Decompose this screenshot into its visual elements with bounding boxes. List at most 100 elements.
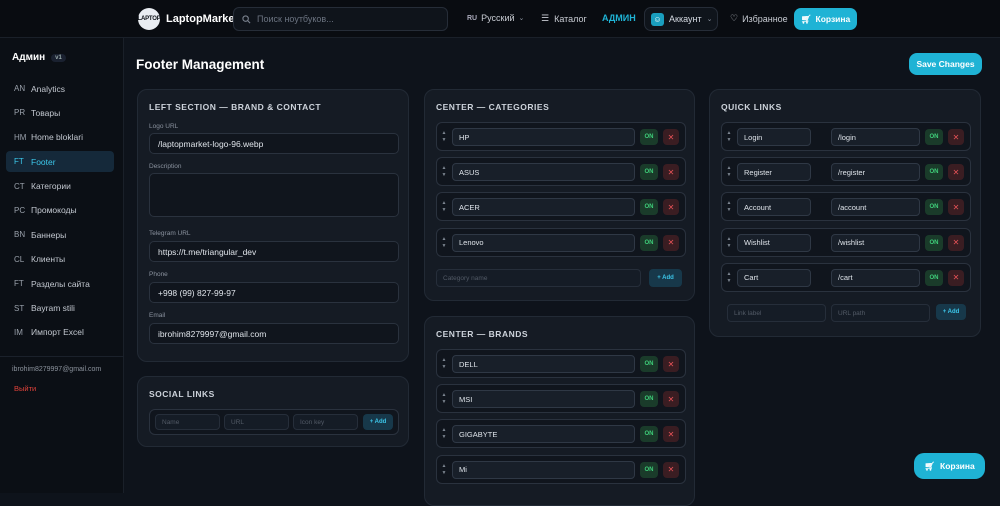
toggle-on-button[interactable]: ON [640, 426, 658, 443]
delete-icon[interactable]: ✕ [663, 461, 679, 478]
floating-cart-button[interactable]: 🛒︎ Корзина [914, 453, 985, 479]
delete-icon[interactable]: ✕ [948, 234, 964, 251]
link-url-field[interactable]: /register [831, 163, 920, 182]
toggle-on-button[interactable]: ON [925, 199, 943, 216]
link-label-field[interactable]: Cart [737, 268, 811, 287]
reorder-arrows-icon[interactable]: ▲ ▼ [726, 165, 732, 179]
catalog-link[interactable]: ☰ Каталог [541, 13, 587, 24]
delete-icon[interactable]: ✕ [663, 391, 679, 408]
brands-name-input[interactable]: Mi [452, 460, 635, 479]
link-url-field[interactable]: /cart [831, 268, 920, 287]
sidebar-item-7[interactable]: CL Клиенты [6, 249, 114, 270]
toggle-on-button[interactable]: ON [925, 234, 943, 251]
reorder-arrows-icon[interactable]: ▲ ▼ [726, 271, 732, 285]
brands-name-input[interactable]: DELL [452, 355, 635, 373]
reorder-arrows-icon[interactable]: ▲ ▼ [441, 463, 447, 477]
delete-icon[interactable]: ✕ [663, 129, 679, 145]
reorder-arrows-icon[interactable]: ▲ ▼ [441, 392, 447, 406]
categories-name-input[interactable]: ACER [452, 198, 635, 217]
link-url-field[interactable]: /login [831, 128, 920, 146]
sidebar-item-3[interactable]: FT Footer [6, 151, 114, 173]
delete-icon[interactable]: ✕ [663, 164, 679, 181]
search-box[interactable] [233, 7, 448, 31]
delete-icon[interactable]: ✕ [663, 426, 679, 443]
social-icon-input[interactable]: Icon key [293, 414, 358, 430]
page-title: Footer Management [136, 57, 265, 72]
toggle-on-button[interactable]: ON [925, 129, 943, 145]
favorites-link[interactable]: ♡ Избранное [730, 13, 788, 24]
delete-icon[interactable]: ✕ [663, 356, 679, 372]
cart-button[interactable]: 🛒︎ Корзина [794, 8, 857, 30]
admin-link[interactable]: АДМИН [602, 13, 636, 23]
link-label-field[interactable]: Register [737, 163, 811, 182]
toggle-on-button[interactable]: ON [640, 461, 658, 478]
toggle-on-button[interactable]: ON [640, 199, 658, 216]
sidebar-item-6[interactable]: BN Баннеры [6, 224, 114, 245]
link-label-field[interactable]: Wishlist [737, 233, 811, 252]
sidebar-item-0[interactable]: AN Analytics [6, 78, 114, 99]
toggle-on-button[interactable]: ON [640, 164, 658, 181]
reorder-arrows-icon[interactable]: ▲ ▼ [441, 165, 447, 179]
sidebar-item-5[interactable]: PC Промокоды [6, 200, 114, 221]
reorder-arrows-icon[interactable]: ▲ ▼ [726, 130, 732, 144]
reorder-arrows-icon[interactable]: ▲ ▼ [441, 236, 447, 250]
toggle-on-button[interactable]: ON [925, 164, 943, 181]
sidebar-item-1[interactable]: PR Товары [6, 102, 114, 123]
toggle-on-button[interactable]: ON [640, 356, 658, 372]
sidebar-item-2[interactable]: HM Home bloklari [6, 127, 114, 148]
delete-icon[interactable]: ✕ [948, 129, 964, 145]
categories-name-input[interactable]: HP [452, 128, 635, 146]
reorder-arrows-icon[interactable]: ▲ ▼ [726, 200, 732, 214]
phone-input[interactable]: +998 (99) 827-99-97 [149, 282, 399, 303]
category-name-input[interactable]: Category name [436, 269, 641, 287]
add-link-button[interactable]: + Add [936, 304, 966, 320]
delete-icon[interactable]: ✕ [663, 199, 679, 216]
sidebar-item-code: CT [14, 181, 25, 191]
categories-name-input[interactable]: Lenovo [452, 233, 635, 252]
url-path-input[interactable]: URL path [831, 304, 930, 322]
sidebar-item-10[interactable]: IM Импорт Excel [6, 322, 114, 343]
search-input[interactable] [257, 14, 437, 24]
link-url-field[interactable]: /account [831, 198, 920, 217]
add-social-button[interactable]: + Add [363, 414, 393, 430]
link-url-field[interactable]: /wishlist [831, 233, 920, 252]
description-textarea[interactable] [149, 173, 399, 217]
chevron-down-icon: ⌄ [518, 15, 525, 22]
link-label-field[interactable]: Account [737, 198, 811, 217]
social-url-input[interactable]: URL [224, 414, 289, 430]
reorder-arrows-icon[interactable]: ▲ ▼ [441, 200, 447, 214]
toggle-on-button[interactable]: ON [925, 269, 943, 286]
delete-icon[interactable]: ✕ [948, 199, 964, 216]
add-category-button[interactable]: + Add [649, 269, 682, 287]
telegram-url-input[interactable]: https://t.me/triangular_dev [149, 241, 399, 262]
brands-name-input[interactable]: MSI [452, 390, 635, 409]
link-label-field[interactable]: Login [737, 128, 811, 146]
delete-icon[interactable]: ✕ [663, 234, 679, 251]
site-logo[interactable]: LAPTOP LaptopMarket [137, 8, 238, 30]
email-input[interactable]: ibrohim8279997@gmail.com [149, 323, 399, 344]
toggle-on-button[interactable]: ON [640, 129, 658, 145]
save-changes-button[interactable]: Save Changes [909, 53, 982, 75]
delete-icon[interactable]: ✕ [948, 164, 964, 181]
brands-name-input[interactable]: GIGABYTE [452, 425, 635, 444]
card-title: CENTER — CATEGORIES [436, 102, 550, 112]
categories-name-input[interactable]: ASUS [452, 163, 635, 182]
reorder-arrows-icon[interactable]: ▲ ▼ [726, 236, 732, 250]
reorder-arrows-icon[interactable]: ▲ ▼ [441, 130, 447, 144]
logout-link[interactable]: Выйти [14, 384, 36, 393]
sidebar-item-9[interactable]: ST Bayram stili [6, 298, 114, 319]
reorder-arrows-icon[interactable]: ▲ ▼ [441, 357, 447, 371]
reorder-arrows-icon[interactable]: ▲ ▼ [441, 427, 447, 441]
catalog-label: Каталог [554, 13, 587, 24]
logo-url-input[interactable]: /laptopmarket-logo-96.webp [149, 133, 399, 154]
link-label-input[interactable]: Link label [727, 304, 826, 322]
card-title: LEFT SECTION — BRAND & CONTACT [149, 102, 322, 112]
sidebar-item-8[interactable]: FT Разделы сайта [6, 273, 114, 294]
sidebar-item-4[interactable]: CT Категории [6, 176, 114, 197]
toggle-on-button[interactable]: ON [640, 391, 658, 408]
delete-icon[interactable]: ✕ [948, 269, 964, 286]
social-name-input[interactable]: Name [155, 414, 220, 430]
language-select[interactable]: RU Русский ⌄ [467, 13, 524, 23]
toggle-on-button[interactable]: ON [640, 234, 658, 251]
account-menu[interactable]: ☺ Аккаунт ⌄ [644, 7, 718, 31]
